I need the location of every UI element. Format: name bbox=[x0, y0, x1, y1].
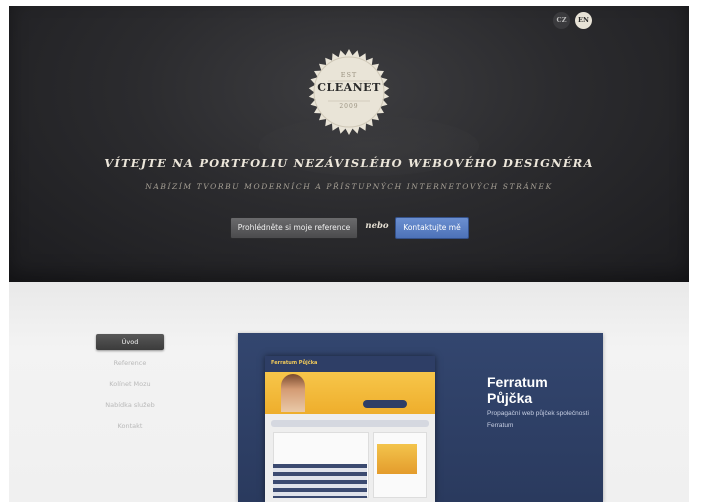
screenshot-side-image bbox=[377, 444, 417, 474]
project-title[interactable]: Ferratum Půjčka bbox=[487, 374, 592, 406]
cleanet-logo-badge[interactable]: EST CLEANET 2009 bbox=[302, 47, 396, 145]
sidebar-item-kolinet-mozu[interactable]: Kolínet Mozu bbox=[96, 376, 164, 392]
page-title: VÍTEJTE NA PORTFOLIU NEZÁVISLÉHO WEBOVÉH… bbox=[104, 156, 594, 170]
screenshot-banner-button bbox=[363, 400, 407, 408]
language-en-button[interactable]: EN bbox=[575, 12, 592, 29]
contact-me-button[interactable]: Kontaktujte mě bbox=[395, 217, 469, 239]
badge-name: CLEANET bbox=[317, 81, 381, 94]
screenshot-table bbox=[273, 464, 367, 498]
badge-text: EST CLEANET 2009 bbox=[302, 47, 396, 141]
screenshot-logo: Ferratum Půjčka bbox=[271, 360, 318, 366]
page: CZ EN EST CLEANET 2009 VÍTEJTE NA PORTFO… bbox=[0, 0, 701, 502]
sidebar-item-kontakt[interactable]: Kontakt bbox=[96, 418, 164, 434]
badge-est: EST bbox=[340, 71, 358, 79]
language-cz-button[interactable]: CZ bbox=[553, 12, 570, 29]
screenshot-tabs bbox=[271, 420, 429, 427]
sidebar-item-nabidka-sluzeb[interactable]: Nabídka služeb bbox=[96, 397, 164, 413]
badge-year: 2009 bbox=[339, 103, 359, 110]
project-description: Propagační web půjček společnosti Ferrat… bbox=[487, 410, 589, 429]
page-subtitle: NABÍZÍM TVORBU MODERNÍCH A PŘÍSTUPNÝCH I… bbox=[145, 182, 553, 191]
project-screenshot[interactable]: Ferratum Půjčka bbox=[265, 356, 435, 502]
screenshot-person-image bbox=[281, 374, 305, 412]
view-references-button[interactable]: Prohlédněte si moje reference bbox=[230, 217, 358, 239]
sidebar-item-uvod[interactable]: Úvod bbox=[96, 334, 164, 350]
or-separator: nebo bbox=[365, 221, 389, 231]
sidebar-item-reference[interactable]: Reference bbox=[96, 355, 164, 371]
sidebar-nav: Úvod Reference Kolínet Mozu Nabídka služ… bbox=[96, 334, 166, 439]
